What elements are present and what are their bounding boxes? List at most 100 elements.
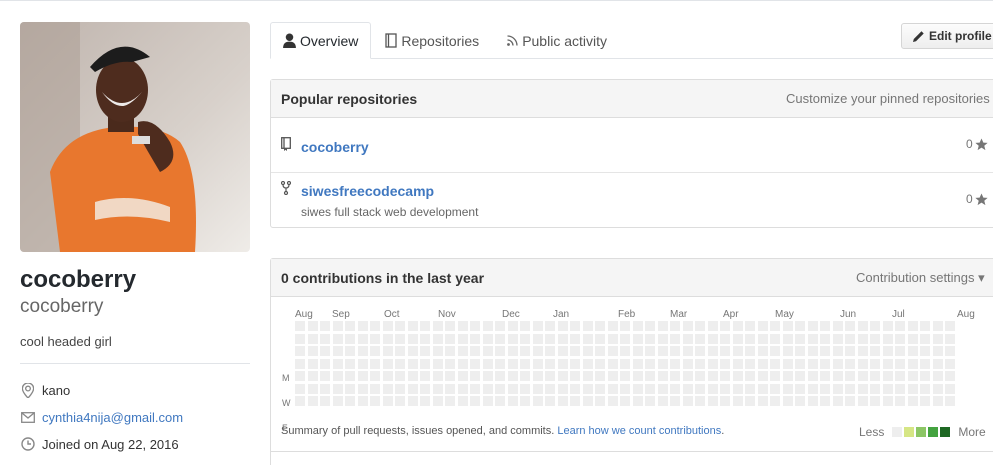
- contribution-day-cell[interactable]: [482, 321, 493, 331]
- email-link[interactable]: cynthia4nija@gmail.com: [42, 410, 183, 425]
- contribution-day-cell[interactable]: [732, 383, 743, 394]
- contribution-day-cell[interactable]: [745, 383, 755, 394]
- contribution-day-cell[interactable]: [895, 358, 905, 369]
- contribution-day-cell[interactable]: [832, 371, 843, 381]
- contribution-day-cell[interactable]: [620, 321, 630, 331]
- contribution-day-cell[interactable]: [482, 333, 493, 344]
- contribution-day-cell[interactable]: [570, 383, 580, 394]
- tab-overview[interactable]: Overview: [270, 22, 372, 59]
- contribution-day-cell[interactable]: [557, 333, 568, 344]
- contribution-day-cell[interactable]: [920, 346, 930, 356]
- contribution-day-cell[interactable]: [370, 358, 380, 369]
- contribution-day-cell[interactable]: [595, 346, 605, 356]
- contribution-day-cell[interactable]: [920, 333, 930, 344]
- contribution-day-cell[interactable]: [645, 396, 655, 406]
- contribution-day-cell[interactable]: [632, 333, 643, 344]
- contribution-day-cell[interactable]: [345, 371, 355, 381]
- contribution-day-cell[interactable]: [795, 383, 805, 394]
- contribution-day-cell[interactable]: [670, 321, 680, 331]
- contribution-day-cell[interactable]: [645, 346, 655, 356]
- contribution-day-cell[interactable]: [607, 383, 618, 394]
- contribution-day-cell[interactable]: [720, 321, 730, 331]
- contribution-day-cell[interactable]: [357, 358, 368, 369]
- contribution-day-cell[interactable]: [332, 371, 343, 381]
- contribution-day-cell[interactable]: [407, 396, 418, 406]
- contribution-day-cell[interactable]: [807, 321, 818, 331]
- contribution-day-cell[interactable]: [295, 358, 305, 369]
- contribution-day-cell[interactable]: [720, 383, 730, 394]
- contribution-day-cell[interactable]: [582, 358, 593, 369]
- contribution-day-cell[interactable]: [557, 321, 568, 331]
- contribution-day-cell[interactable]: [695, 346, 705, 356]
- contribution-day-cell[interactable]: [870, 383, 880, 394]
- contribution-day-cell[interactable]: [582, 396, 593, 406]
- repo-name-link[interactable]: siwesfreecodecamp: [301, 183, 434, 199]
- contribution-day-cell[interactable]: [732, 358, 743, 369]
- contribution-day-cell[interactable]: [832, 383, 843, 394]
- contribution-day-cell[interactable]: [595, 371, 605, 381]
- avatar[interactable]: [20, 22, 250, 252]
- contribution-day-cell[interactable]: [395, 371, 405, 381]
- contribution-day-cell[interactable]: [857, 321, 868, 331]
- contribution-day-cell[interactable]: [770, 333, 780, 344]
- contribution-day-cell[interactable]: [332, 383, 343, 394]
- contribution-day-cell[interactable]: [782, 383, 793, 394]
- contribution-day-cell[interactable]: [407, 333, 418, 344]
- contribution-day-cell[interactable]: [582, 383, 593, 394]
- contribution-day-cell[interactable]: [732, 346, 743, 356]
- contribution-day-cell[interactable]: [495, 346, 505, 356]
- contribution-day-cell[interactable]: [632, 383, 643, 394]
- contribution-day-cell[interactable]: [807, 358, 818, 369]
- contribution-day-cell[interactable]: [507, 346, 518, 356]
- contribution-day-cell[interactable]: [620, 333, 630, 344]
- contribution-day-cell[interactable]: [545, 321, 555, 331]
- contribution-day-cell[interactable]: [645, 383, 655, 394]
- contribution-day-cell[interactable]: [895, 346, 905, 356]
- contribution-day-cell[interactable]: [745, 321, 755, 331]
- contribution-day-cell[interactable]: [745, 358, 755, 369]
- contribution-day-cell[interactable]: [532, 371, 543, 381]
- contribution-day-cell[interactable]: [820, 371, 830, 381]
- contribution-day-cell[interactable]: [545, 371, 555, 381]
- contribution-day-cell[interactable]: [382, 371, 393, 381]
- contribution-day-cell[interactable]: [695, 321, 705, 331]
- contribution-day-cell[interactable]: [682, 346, 693, 356]
- contribution-day-cell[interactable]: [832, 396, 843, 406]
- contribution-day-cell[interactable]: [657, 358, 668, 369]
- contribution-day-cell[interactable]: [295, 321, 305, 331]
- contribution-day-cell[interactable]: [520, 346, 530, 356]
- contribution-day-cell[interactable]: [932, 371, 943, 381]
- contribution-day-cell[interactable]: [382, 346, 393, 356]
- contribution-day-cell[interactable]: [882, 346, 893, 356]
- contribution-day-cell[interactable]: [557, 346, 568, 356]
- contribution-day-cell[interactable]: [357, 371, 368, 381]
- contribution-day-cell[interactable]: [757, 333, 768, 344]
- contribution-day-cell[interactable]: [882, 333, 893, 344]
- contribution-day-cell[interactable]: [295, 333, 305, 344]
- contribution-day-cell[interactable]: [945, 333, 955, 344]
- contribution-day-cell[interactable]: [770, 396, 780, 406]
- repo-stars[interactable]: 0: [966, 137, 988, 151]
- contribution-day-cell[interactable]: [870, 396, 880, 406]
- contribution-day-cell[interactable]: [920, 383, 930, 394]
- contribution-day-cell[interactable]: [557, 383, 568, 394]
- contribution-day-cell[interactable]: [707, 346, 718, 356]
- contribution-day-cell[interactable]: [707, 321, 718, 331]
- contribution-day-cell[interactable]: [432, 358, 443, 369]
- contribution-day-cell[interactable]: [620, 358, 630, 369]
- contribution-day-cell[interactable]: [570, 371, 580, 381]
- contribution-day-cell[interactable]: [507, 371, 518, 381]
- contribution-day-cell[interactable]: [707, 371, 718, 381]
- contribution-day-cell[interactable]: [807, 371, 818, 381]
- contribution-day-cell[interactable]: [945, 383, 955, 394]
- contribution-day-cell[interactable]: [607, 358, 618, 369]
- contribution-day-cell[interactable]: [582, 346, 593, 356]
- contribution-day-cell[interactable]: [445, 371, 455, 381]
- contribution-day-cell[interactable]: [845, 358, 855, 369]
- contribution-day-cell[interactable]: [557, 396, 568, 406]
- contribution-day-cell[interactable]: [582, 321, 593, 331]
- contribution-day-cell[interactable]: [370, 321, 380, 331]
- contribution-day-cell[interactable]: [445, 321, 455, 331]
- contribution-day-cell[interactable]: [682, 371, 693, 381]
- contribution-day-cell[interactable]: [782, 371, 793, 381]
